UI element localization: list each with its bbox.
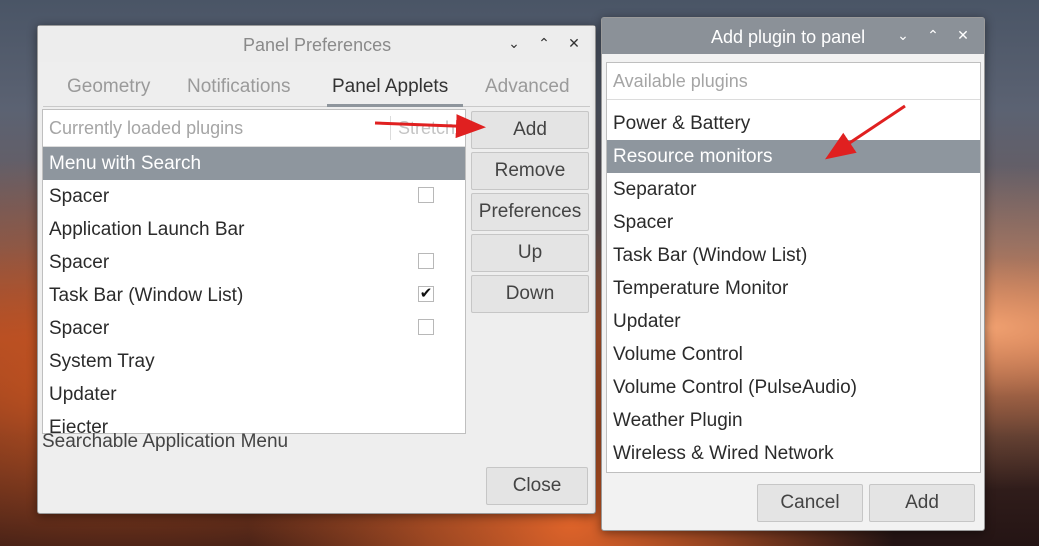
- stretch-checkbox[interactable]: [418, 253, 434, 269]
- stretch-checkbox[interactable]: ✔: [418, 286, 434, 302]
- list-header: Currently loaded plugins Stretch: [43, 110, 465, 147]
- list-item[interactable]: Application Launch Bar: [43, 213, 465, 246]
- close-icon[interactable]: ✕: [954, 26, 972, 44]
- cancel-button[interactable]: Cancel: [757, 484, 863, 522]
- tab-advanced[interactable]: Advanced: [485, 76, 570, 98]
- remove-button[interactable]: Remove: [471, 152, 589, 190]
- checkmark-icon: ✔: [419, 285, 433, 302]
- list-item[interactable]: Updater: [607, 305, 980, 338]
- stretch-checkbox[interactable]: [418, 319, 434, 335]
- list-item[interactable]: Volume Control (PulseAudio): [607, 371, 980, 404]
- chevron-down-icon[interactable]: ⌄: [505, 34, 523, 52]
- tab-bar: Geometry Notifications Panel Applets Adv…: [43, 64, 590, 107]
- list-header: Available plugins: [607, 63, 980, 100]
- add-plugin-button[interactable]: Add: [869, 484, 975, 522]
- chevron-down-icon[interactable]: ⌄: [894, 26, 912, 44]
- plugin-description: Searchable Application Menu: [42, 431, 289, 452]
- list-header-label: Currently loaded plugins: [49, 118, 244, 138]
- available-plugins-list[interactable]: Available plugins Power & Battery Resour…: [606, 62, 981, 473]
- down-button[interactable]: Down: [471, 275, 589, 313]
- list-item[interactable]: Menu with Search: [43, 147, 465, 180]
- chevron-up-icon[interactable]: ⌃: [535, 34, 553, 52]
- window-title: Panel Preferences: [243, 35, 392, 55]
- list-item[interactable]: Separator: [607, 173, 980, 206]
- panel-preferences-titlebar[interactable]: Panel Preferences ⌄ ⌃ ✕: [38, 26, 595, 62]
- tab-notifications[interactable]: Notifications: [187, 76, 291, 98]
- preferences-button[interactable]: Preferences: [471, 193, 589, 231]
- close-button[interactable]: Close: [486, 467, 588, 505]
- chevron-up-icon[interactable]: ⌃: [924, 26, 942, 44]
- list-item[interactable]: Spacer: [43, 312, 465, 345]
- list-item[interactable]: Updater: [43, 378, 465, 411]
- window-title: Add plugin to panel: [711, 27, 866, 47]
- active-tab-indicator: [327, 104, 463, 107]
- list-item[interactable]: Wireless & Wired Network: [607, 437, 980, 470]
- add-plugin-titlebar[interactable]: Add plugin to panel ⌄ ⌃ ✕: [602, 18, 984, 54]
- tab-panel-applets[interactable]: Panel Applets: [332, 76, 448, 98]
- add-plugin-window: Add plugin to panel ⌄ ⌃ ✕ Available plug…: [601, 17, 985, 531]
- panel-preferences-window: Panel Preferences ⌄ ⌃ ✕ Geometry Notific…: [37, 25, 596, 514]
- list-item[interactable]: Weather Plugin: [607, 404, 980, 437]
- close-icon[interactable]: ✕: [565, 34, 583, 52]
- list-item[interactable]: Power & Battery: [607, 107, 980, 140]
- loaded-plugins-list[interactable]: Currently loaded plugins Stretch Menu wi…: [42, 109, 466, 434]
- list-item[interactable]: Spacer: [43, 246, 465, 279]
- list-item[interactable]: System Tray: [43, 345, 465, 378]
- list-item[interactable]: Temperature Monitor: [607, 272, 980, 305]
- list-header-label: Available plugins: [613, 71, 748, 91]
- stretch-checkbox[interactable]: [418, 187, 434, 203]
- add-button[interactable]: Add: [471, 111, 589, 149]
- list-item[interactable]: Task Bar (Window List) ✔: [43, 279, 465, 312]
- list-item[interactable]: Spacer: [43, 180, 465, 213]
- list-item[interactable]: Resource monitors: [607, 140, 980, 173]
- up-button[interactable]: Up: [471, 234, 589, 272]
- list-item[interactable]: Spacer: [607, 206, 980, 239]
- tab-geometry[interactable]: Geometry: [67, 76, 150, 98]
- stretch-column-header[interactable]: Stretch: [398, 118, 455, 139]
- list-item[interactable]: Volume Control: [607, 338, 980, 371]
- column-separator: [390, 116, 391, 140]
- list-item[interactable]: Task Bar (Window List): [607, 239, 980, 272]
